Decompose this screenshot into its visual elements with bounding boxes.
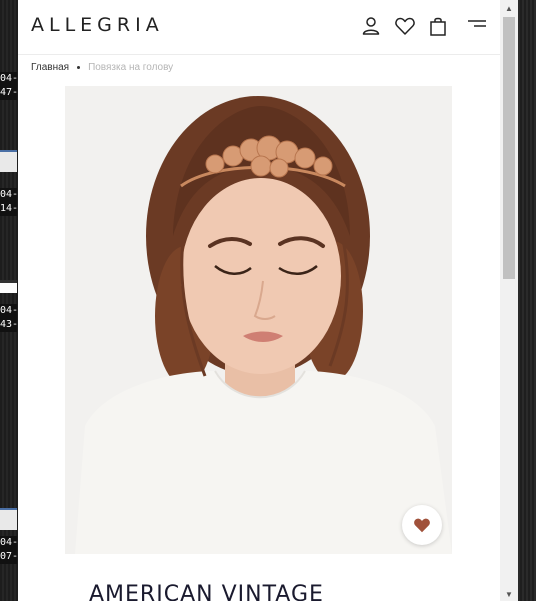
desktop-stamp: 07- xyxy=(0,550,17,564)
desktop-stamp: 04- xyxy=(0,188,17,202)
desktop-thumbnail xyxy=(0,508,17,530)
scroll-down-arrow[interactable]: ▼ xyxy=(505,590,513,599)
user-icon[interactable] xyxy=(360,15,382,37)
desktop-thumbnail xyxy=(0,150,17,172)
desktop-stamp: 14- xyxy=(0,202,17,216)
browser-window: ALLEGRIA Главная Повязка на голову AMERI… xyxy=(18,0,518,601)
desktop-background-right xyxy=(516,0,536,601)
model-illustration xyxy=(65,86,452,554)
heart-icon[interactable] xyxy=(394,15,416,37)
bag-icon[interactable] xyxy=(427,15,449,37)
heart-icon xyxy=(414,518,430,533)
breadcrumb-home-link[interactable]: Главная xyxy=(31,62,69,73)
site-header: ALLEGRIA xyxy=(18,0,500,55)
desktop-stamp: 04- xyxy=(0,304,17,318)
favorite-button[interactable] xyxy=(402,505,442,545)
breadcrumb-separator xyxy=(77,66,81,69)
product-image[interactable] xyxy=(65,86,452,554)
desktop-stamp: 04- xyxy=(0,72,17,86)
site-logo[interactable]: ALLEGRIA xyxy=(31,14,164,36)
desktop-thumbnail xyxy=(0,280,17,293)
scrollbar[interactable]: ▲ ▼ xyxy=(500,0,518,601)
breadcrumb: Главная Повязка на голову xyxy=(31,62,173,73)
desktop-stamp: 04- xyxy=(0,536,17,550)
product-title: AMERICAN VINTAGE xyxy=(89,582,324,601)
desktop-stamp: 43- xyxy=(0,318,17,332)
desktop-stamp: 47- xyxy=(0,86,17,100)
breadcrumb-current: Повязка на голову xyxy=(88,62,174,73)
scrollbar-thumb[interactable] xyxy=(503,17,515,279)
scroll-up-arrow[interactable]: ▲ xyxy=(505,4,513,13)
menu-icon[interactable] xyxy=(466,15,488,37)
